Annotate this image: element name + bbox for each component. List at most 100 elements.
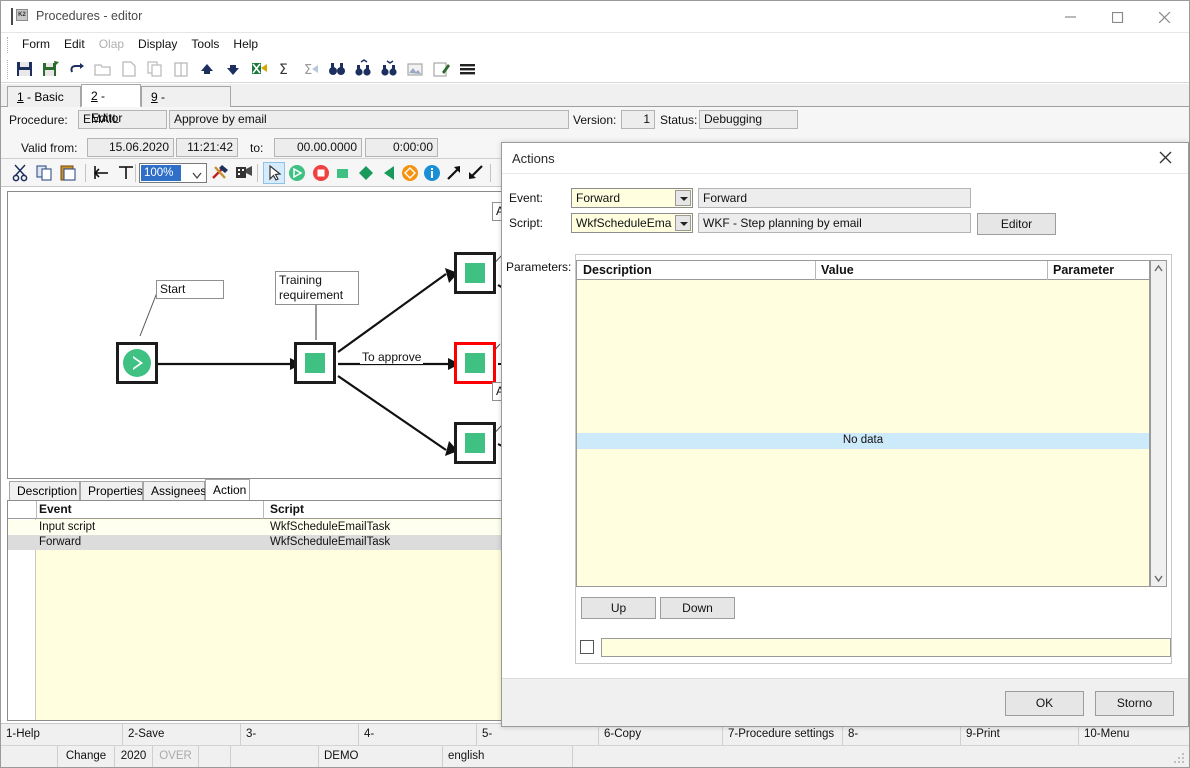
node-bottom-task[interactable] — [454, 422, 496, 464]
event-combo[interactable]: Forward — [571, 188, 693, 208]
arrow-in-icon[interactable] — [465, 162, 487, 184]
column-header-parameter[interactable]: Parameter — [1053, 263, 1114, 277]
node-label-start[interactable]: Start — [156, 280, 224, 299]
fkey-6-copy[interactable]: 6-Copy — [599, 724, 723, 745]
chevron-down-icon[interactable] — [675, 190, 691, 206]
valid-from-time-field[interactable]: 11:21:42 — [176, 138, 238, 157]
status-field[interactable]: Debugging — [699, 110, 798, 129]
new-document-icon[interactable] — [119, 59, 141, 81]
undo-icon[interactable] — [67, 59, 89, 81]
parameters-table[interactable]: Description Value Parameter No data — [576, 260, 1150, 587]
note-input[interactable] — [601, 638, 1171, 657]
task-node-icon[interactable] — [332, 162, 354, 184]
align-left-icon[interactable] — [91, 162, 113, 184]
tools-icon[interactable] — [209, 162, 231, 184]
column-header-event[interactable]: Event — [39, 502, 72, 516]
back-arrow-icon[interactable] — [379, 162, 401, 184]
to-label: to: — [250, 141, 264, 155]
copy-document-icon[interactable] — [145, 59, 167, 81]
book-icon[interactable] — [171, 59, 193, 81]
orange-diamond-icon[interactable] — [399, 162, 421, 184]
resize-grip-icon[interactable] — [1174, 753, 1186, 765]
fkey-4[interactable]: 4- — [359, 724, 477, 745]
node-selected-task[interactable] — [454, 342, 496, 384]
find-next-icon[interactable] — [353, 59, 375, 81]
procedure-name-field[interactable]: Approve by email — [169, 110, 569, 129]
find-prev-icon[interactable] — [379, 59, 401, 81]
fkey-7-procedure-settings[interactable]: 7-Procedure settings — [723, 724, 843, 745]
minimize-button[interactable] — [1049, 1, 1095, 32]
column-header-value[interactable]: Value — [821, 263, 854, 277]
settings-icon[interactable] — [233, 162, 255, 184]
stop-node-icon[interactable] — [310, 162, 332, 184]
align-top-icon[interactable] — [115, 162, 137, 184]
tab-attachments[interactable]: 9 - Attachments — [141, 86, 231, 124]
tab-properties[interactable]: Properties — [80, 481, 143, 500]
save-as-icon[interactable] — [41, 59, 63, 81]
editor-button[interactable]: Editor — [977, 213, 1056, 235]
zoom-combo[interactable]: 100% — [139, 163, 207, 183]
paste-icon[interactable] — [58, 162, 80, 184]
script-combo[interactable]: WkfScheduleEmailTa — [571, 213, 693, 233]
version-field[interactable]: 1 — [621, 110, 655, 129]
node-top-task[interactable] — [454, 252, 496, 294]
fkey-1-help[interactable]: 1-Help — [1, 724, 123, 745]
to-date-field[interactable]: 00.00.0000 — [274, 138, 362, 157]
tab-assignees[interactable]: Assignees — [143, 481, 206, 500]
subtotal-icon[interactable]: Σ — [301, 59, 323, 81]
chevron-down-icon[interactable] — [675, 215, 691, 231]
open-folder-icon[interactable] — [93, 59, 115, 81]
menu-item-help[interactable]: Help — [226, 33, 265, 55]
up-button[interactable]: Up — [581, 597, 656, 619]
start-node-icon[interactable] — [286, 162, 308, 184]
tab-description[interactable]: Description — [9, 481, 80, 500]
up-arrow-icon[interactable] — [197, 59, 219, 81]
node-start[interactable] — [116, 342, 158, 384]
node-label-training-requirement[interactable]: Training requirement — [275, 271, 359, 305]
tab-action[interactable]: Action — [205, 479, 250, 500]
edit-note-icon[interactable] — [431, 59, 453, 81]
save-icon[interactable] — [15, 59, 37, 81]
fkey-8[interactable]: 8- — [843, 724, 961, 745]
cancel-button[interactable]: Storno — [1095, 691, 1174, 716]
arrow-out-icon[interactable] — [443, 162, 465, 184]
tab-basic-data[interactable]: 1 - Basic data — [7, 86, 81, 124]
maximize-button[interactable] — [1096, 1, 1142, 32]
fkey-3[interactable]: 3- — [241, 724, 359, 745]
list-menu-icon[interactable] — [457, 59, 479, 81]
down-button[interactable]: Down — [660, 597, 735, 619]
copy-icon[interactable] — [34, 162, 56, 184]
find-icon[interactable] — [327, 59, 349, 81]
fkey-10-menu[interactable]: 10-Menu — [1079, 724, 1190, 745]
cut-icon[interactable] — [10, 162, 32, 184]
tab-editor[interactable]: 2 - Editor — [81, 84, 141, 125]
down-arrow-icon[interactable] — [223, 59, 245, 81]
column-header-script[interactable]: Script — [270, 502, 304, 516]
menu-item-tools[interactable]: Tools — [184, 33, 226, 55]
column-header-description[interactable]: Description — [583, 263, 652, 277]
node-training-requirement[interactable] — [294, 342, 336, 384]
menu-item-edit[interactable]: Edit — [57, 33, 92, 55]
picture-icon[interactable] — [405, 59, 427, 81]
pointer-icon[interactable] — [263, 162, 285, 184]
note-checkbox[interactable] — [580, 640, 594, 654]
export-excel-icon[interactable] — [249, 59, 271, 81]
sum-icon[interactable]: Σ — [275, 59, 297, 81]
edge-label-to-approve[interactable]: To approve — [360, 350, 424, 364]
to-time-field[interactable]: 0:00:00 — [365, 138, 438, 157]
chevron-down-icon[interactable] — [1152, 571, 1165, 585]
script-description-field: WKF - Step planning by email — [698, 213, 971, 233]
close-button[interactable] — [1143, 1, 1189, 32]
fkey-5[interactable]: 5- — [477, 724, 599, 745]
chevron-up-icon[interactable] — [1152, 262, 1165, 276]
ok-button[interactable]: OK — [1005, 691, 1084, 716]
decision-node-icon[interactable] — [355, 162, 377, 184]
dialog-close-button[interactable] — [1144, 143, 1188, 173]
fkey-9-print[interactable]: 9-Print — [961, 724, 1079, 745]
valid-from-date-field[interactable]: 15.06.2020 — [87, 138, 174, 157]
parameters-scrollbar[interactable] — [1150, 260, 1167, 587]
info-icon[interactable] — [421, 162, 443, 184]
menu-item-form[interactable]: Form — [15, 33, 57, 55]
menu-item-display[interactable]: Display — [131, 33, 184, 55]
fkey-2-save[interactable]: 2-Save — [123, 724, 241, 745]
